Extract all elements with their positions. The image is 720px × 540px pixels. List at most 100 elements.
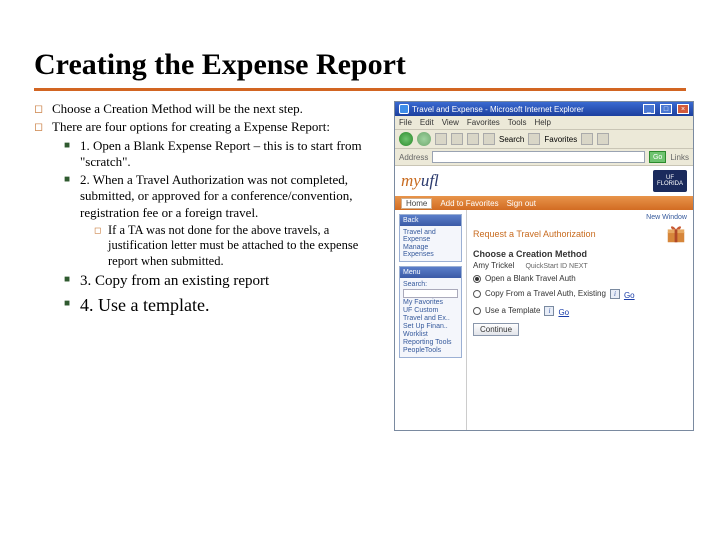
sidebar-menu-hdr: Menu	[400, 267, 461, 278]
bullet-text: If a TA was not done for the above trave…	[108, 223, 384, 270]
links-label[interactable]: Links	[670, 153, 689, 162]
site-header: myufl UF FLORIDA	[395, 166, 693, 196]
menu-item[interactable]: Edit	[420, 118, 434, 127]
nav-tab[interactable]: Home	[401, 198, 432, 209]
sidebar-item[interactable]: Reporting Tools	[403, 339, 458, 346]
menu-item[interactable]: File	[399, 118, 412, 127]
media-icon[interactable]	[581, 133, 593, 145]
toolbar-label[interactable]: Favorites	[544, 135, 577, 144]
square-bullet-icon: ■	[64, 172, 80, 221]
radio-blank[interactable]	[473, 275, 481, 283]
square-bullet-icon: ◻	[34, 101, 52, 117]
sidebar-link[interactable]: Travel and Expense	[403, 229, 458, 243]
myufl-logo: myufl	[401, 171, 439, 191]
option-row: Copy From a Travel Auth, Existing i Go	[473, 287, 687, 300]
refresh-icon[interactable]	[451, 133, 463, 145]
option-label: Copy From a Travel Auth, Existing	[485, 289, 606, 298]
toolbar-label[interactable]: Search	[499, 135, 524, 144]
close-button[interactable]: ×	[677, 104, 689, 114]
bullet-text: Choose a Creation Method will be the nex…	[52, 101, 384, 117]
main-lower-space	[473, 336, 687, 426]
uf-logo: UF FLORIDA	[653, 170, 687, 192]
home-icon[interactable]	[467, 133, 479, 145]
sidebar-item[interactable]: PeopleTools	[403, 347, 458, 354]
bullet-text-inner: 4. Use a template.	[80, 295, 209, 315]
sidebar-menu: Menu Search: My Favorites UF Custom Trav…	[399, 266, 462, 358]
title-rule	[34, 88, 686, 91]
sidebar-back: Back Travel and Expense Manage Expenses	[399, 214, 462, 262]
menu-item[interactable]: Tools	[508, 118, 527, 127]
sidebar-item[interactable]: UF Custom	[403, 307, 458, 314]
window-title: Travel and Expense - Microsoft Internet …	[412, 105, 584, 114]
address-label: Address	[399, 153, 428, 162]
sidebar-item: Search:	[403, 281, 458, 288]
history-icon[interactable]	[597, 133, 609, 145]
toolbar: Search Favorites	[395, 130, 693, 149]
logo-my: my	[401, 171, 421, 190]
sidebar-item[interactable]: Travel and Ex..	[403, 315, 458, 322]
address-input[interactable]	[432, 151, 645, 163]
search-icon[interactable]	[483, 133, 495, 145]
menu-item[interactable]: View	[442, 118, 459, 127]
sidebar-item[interactable]: Set Up Finan..	[403, 323, 458, 330]
sidebar-item[interactable]: My Favorites	[403, 299, 458, 306]
favorites-icon[interactable]	[528, 133, 540, 145]
square-bullet-icon: ■	[64, 296, 80, 316]
user-name-text: Amy Trickel	[473, 261, 514, 270]
menu-bar: File Edit View Favorites Tools Help	[395, 116, 693, 130]
nav-link[interactable]: Sign out	[507, 199, 536, 208]
option-label: Use a Template	[485, 306, 540, 315]
window-titlebar: Travel and Expense - Microsoft Internet …	[395, 102, 693, 116]
new-window-link[interactable]: New Window	[473, 214, 687, 221]
section-header: Choose a Creation Method	[473, 249, 687, 259]
browser-window: Travel and Expense - Microsoft Internet …	[394, 101, 694, 431]
radio-template[interactable]	[473, 307, 481, 315]
bullet-outline: ◻ Choose a Creation Method will be the n…	[34, 101, 384, 431]
info-icon[interactable]: i	[544, 306, 554, 316]
nav-bar: Home Add to Favorites Sign out	[395, 196, 693, 210]
option-row: Use a Template i Go	[473, 304, 687, 317]
square-bullet-icon: ■	[64, 272, 80, 291]
main-panel: New Window Request a Travel Authorizatio…	[467, 210, 693, 430]
maximize-button[interactable]: □	[660, 104, 672, 114]
user-name: Amy Trickel QuickStart ID NEXT	[473, 261, 687, 270]
nav-link[interactable]: Add to Favorites	[440, 199, 498, 208]
sidebar-back-hdr: Back	[400, 215, 461, 226]
request-label-row: Request a Travel Authorization	[473, 223, 687, 245]
menu-item[interactable]: Help	[534, 118, 550, 127]
sidebar: Back Travel and Expense Manage Expenses …	[395, 210, 467, 430]
bullet-text: 4. Use a template.	[80, 296, 384, 316]
stop-icon[interactable]	[435, 133, 447, 145]
slide: Creating the Expense Report ◻ Choose a C…	[0, 0, 720, 540]
logo-ufl: ufl	[421, 171, 439, 190]
quick-id: QuickStart ID NEXT	[525, 263, 587, 270]
bullet-text: 2. When a Travel Authorization was not c…	[80, 172, 384, 221]
sidebar-item[interactable]: Worklist	[403, 331, 458, 338]
minimize-button[interactable]: _	[643, 104, 655, 114]
sidebar-search-input[interactable]	[403, 289, 458, 298]
bullet-text: There are four options for creating a Ex…	[52, 119, 384, 135]
request-label: Request a Travel Authorization	[473, 229, 596, 239]
back-button[interactable]	[399, 132, 413, 146]
ie-icon	[399, 104, 409, 114]
square-bullet-icon: ◻	[94, 223, 108, 270]
address-bar: Address Go Links	[395, 149, 693, 166]
forward-button[interactable]	[417, 132, 431, 146]
radio-copy[interactable]	[473, 290, 481, 298]
go-link[interactable]: Go	[624, 291, 635, 300]
gift-icon	[665, 223, 687, 245]
screenshot-panel: Travel and Expense - Microsoft Internet …	[394, 101, 694, 431]
menu-item[interactable]: Favorites	[467, 118, 500, 127]
continue-button[interactable]: Continue	[473, 323, 519, 336]
go-button[interactable]: Go	[649, 151, 666, 163]
bullet-text: 3. Copy from an existing report	[80, 272, 384, 291]
square-bullet-icon: ■	[64, 138, 80, 171]
option-row: Open a Blank Travel Auth	[473, 274, 687, 283]
sidebar-link[interactable]: Manage Expenses	[403, 244, 458, 258]
page-title: Creating the Expense Report	[34, 48, 686, 82]
go-link[interactable]: Go	[558, 308, 569, 317]
square-bullet-icon: ◻	[34, 119, 52, 135]
info-icon[interactable]: i	[610, 289, 620, 299]
option-label: Open a Blank Travel Auth	[485, 274, 576, 283]
bullet-text: 1. Open a Blank Expense Report – this is…	[80, 138, 384, 171]
